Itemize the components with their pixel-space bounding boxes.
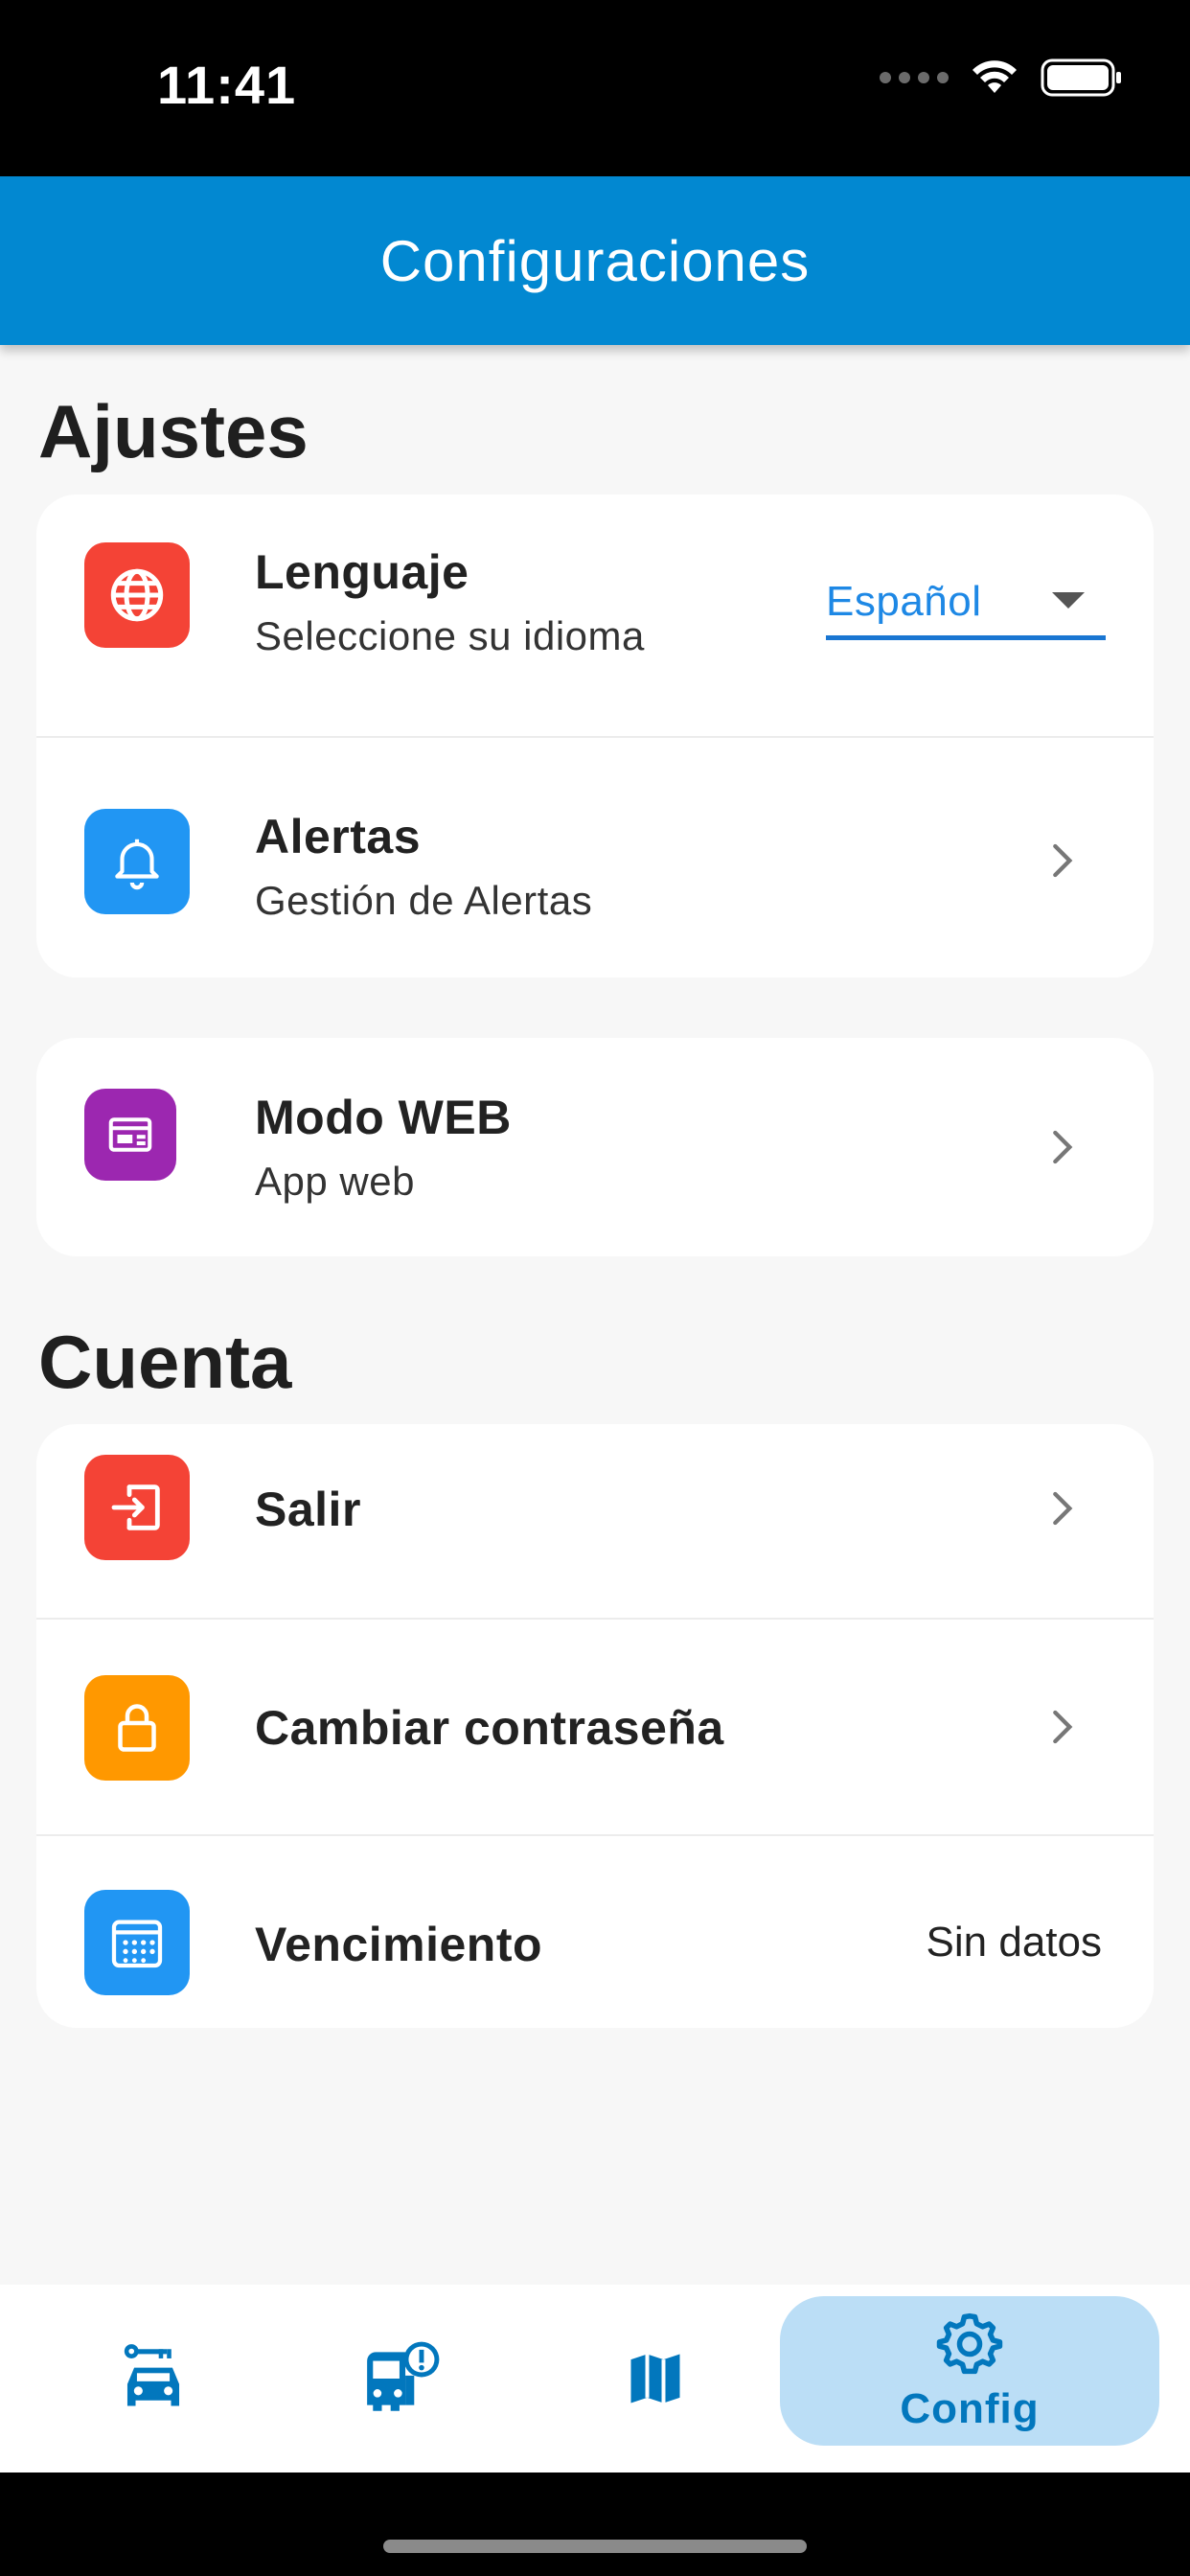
status-icons <box>880 58 1123 98</box>
nav-bus-alert[interactable] <box>355 2285 450 2472</box>
status-time: 11:41 <box>157 55 297 115</box>
expiry-row: Vencimiento Sin datos <box>36 1834 1154 2028</box>
section-title-ajustes: Ajustes <box>38 389 309 473</box>
bus-alert-icon <box>367 2341 440 2411</box>
app-bar: Configuraciones <box>0 176 1190 345</box>
alerts-row[interactable]: Alertas Gestión de Alertas <box>36 736 1154 978</box>
language-subtitle: Seleccione su idioma <box>255 613 645 658</box>
logout-icon <box>84 1455 190 1560</box>
chevron-right-icon <box>1053 1130 1073 1164</box>
vehicle-key-icon <box>124 2344 180 2406</box>
nav-config[interactable]: Config <box>780 2296 1159 2446</box>
home-indicator[interactable] <box>383 2540 807 2553</box>
nav-map[interactable] <box>607 2285 703 2472</box>
section-title-cuenta: Cuenta <box>38 1320 292 1404</box>
web-mode-title: Modo WEB <box>255 1091 512 1144</box>
web-mode-row[interactable]: Modo WEB App web <box>36 1038 1154 1256</box>
web-mode-subtitle: App web <box>255 1159 415 1204</box>
logout-row[interactable]: Salir <box>36 1424 1154 1618</box>
dropdown-arrow-icon <box>1052 592 1085 609</box>
cellular-signal-icon <box>880 72 949 83</box>
language-row: Lenguaje Seleccione su idioma Español <box>36 494 1154 736</box>
nav-vehicle-key[interactable] <box>105 2285 201 2472</box>
map-icon <box>630 2354 680 2404</box>
status-bar: 11:41 <box>0 0 1190 176</box>
language-title: Lenguaje <box>255 545 469 599</box>
page-title: Configuraciones <box>379 228 811 293</box>
web-app-icon <box>84 1089 176 1181</box>
alerts-title: Alertas <box>255 810 422 863</box>
home-indicator-area <box>0 2472 1190 2576</box>
web-mode-card: Modo WEB App web <box>36 1038 1154 1256</box>
chevron-right-icon <box>1053 1710 1073 1744</box>
change-password-title: Cambiar contraseña <box>255 1701 724 1755</box>
expiry-value: Sin datos <box>926 1919 1102 1966</box>
bell-icon <box>84 809 190 914</box>
gear-icon <box>936 2312 1003 2375</box>
logout-title: Salir <box>255 1483 361 1536</box>
nav-config-label: Config <box>900 2385 1040 2432</box>
globe-icon <box>84 542 190 648</box>
wifi-icon <box>973 60 1017 93</box>
chevron-right-icon <box>1053 843 1073 878</box>
chevron-right-icon <box>1053 1491 1073 1526</box>
lock-icon <box>84 1675 190 1781</box>
bottom-navigation: Config <box>0 2285 1190 2472</box>
language-dropdown-value: Español <box>826 577 982 625</box>
ajustes-card: Lenguaje Seleccione su idioma Español Al… <box>36 494 1154 978</box>
battery-icon <box>1041 58 1121 97</box>
cuenta-card: Salir Cambiar contraseña Vencimiento Sin… <box>36 1424 1154 2028</box>
calendar-icon <box>84 1890 190 1995</box>
language-dropdown[interactable]: Español <box>826 567 1106 640</box>
alerts-subtitle: Gestión de Alertas <box>255 878 593 923</box>
expiry-title: Vencimiento <box>255 1918 543 1971</box>
change-password-row[interactable]: Cambiar contraseña <box>36 1618 1154 1834</box>
